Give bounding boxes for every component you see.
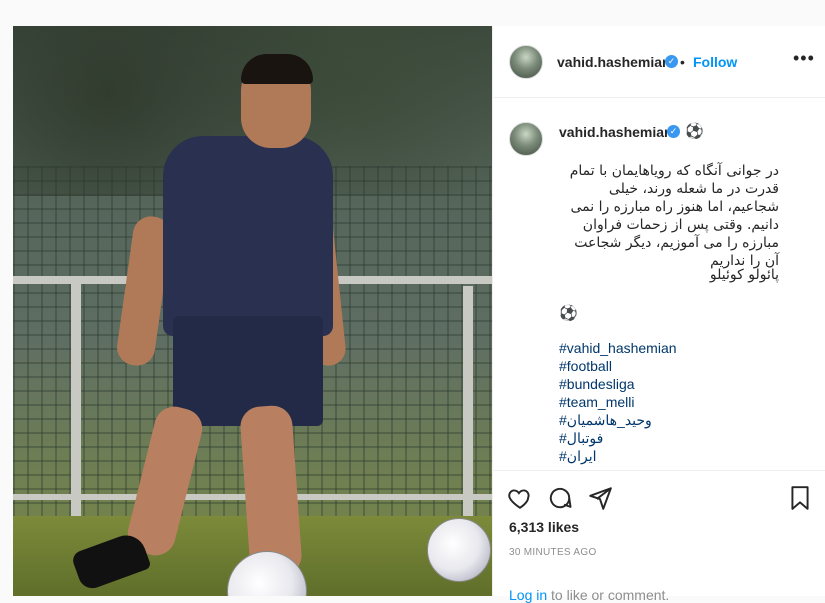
- avatar[interactable]: [509, 45, 543, 79]
- hashtag[interactable]: #وحید_هاشمیان: [559, 412, 652, 429]
- football-ball: [427, 518, 491, 582]
- caption-avatar[interactable]: [509, 122, 543, 156]
- post-panel: vahid.hashemian ✓ • Follow ••• vahid.has…: [492, 26, 825, 603]
- hashtag[interactable]: #فوتبال: [559, 430, 603, 447]
- hashtag[interactable]: #ایران: [559, 448, 596, 465]
- share-icon[interactable]: [587, 485, 613, 511]
- fence-pole: [71, 276, 81, 516]
- likes-count[interactable]: 6,313 likes: [509, 519, 579, 535]
- header-username[interactable]: vahid.hashemian: [557, 54, 671, 70]
- post-photo: [13, 26, 492, 596]
- login-rest: to like or comment.: [547, 587, 670, 603]
- player-shirt: [163, 136, 333, 336]
- comment-icon[interactable]: [547, 485, 573, 511]
- post-actions: 6,313 likes 30 MINUTES AGO Log in to lik…: [493, 470, 825, 603]
- hashtag[interactable]: #team_melli: [559, 394, 634, 410]
- player-hair: [241, 54, 313, 84]
- soccer-ball-icon: ⚽: [559, 305, 578, 322]
- follow-button[interactable]: Follow: [693, 54, 737, 70]
- login-link[interactable]: Log in: [509, 587, 547, 603]
- bookmark-icon[interactable]: [787, 485, 813, 511]
- caption-author: پائولو کوئیلو: [709, 267, 779, 283]
- verified-icon: ✓: [665, 55, 678, 68]
- caption-text: در جوانی آنگاه که رویاهایمان با تمام قدر…: [569, 163, 779, 269]
- header-separator: •: [680, 54, 685, 70]
- caption-area: vahid.hashemian ✓ ⚽ در جوانی آنگاه که رو…: [493, 98, 825, 470]
- post-timestamp: 30 MINUTES AGO: [509, 547, 597, 558]
- login-prompt: Log in to like or comment.: [509, 587, 669, 603]
- caption-username[interactable]: vahid.hashemian: [559, 124, 673, 140]
- verified-icon: ✓: [667, 125, 680, 138]
- heart-icon[interactable]: [507, 485, 533, 511]
- hashtag[interactable]: #bundesliga: [559, 376, 635, 392]
- more-icon[interactable]: •••: [793, 48, 815, 69]
- soccer-ball-icon: ⚽: [685, 123, 704, 140]
- post-header: vahid.hashemian ✓ • Follow •••: [493, 26, 825, 98]
- fence-pole: [463, 286, 473, 516]
- hashtag[interactable]: #football: [559, 358, 612, 374]
- hashtag[interactable]: #vahid_hashemian: [559, 340, 677, 356]
